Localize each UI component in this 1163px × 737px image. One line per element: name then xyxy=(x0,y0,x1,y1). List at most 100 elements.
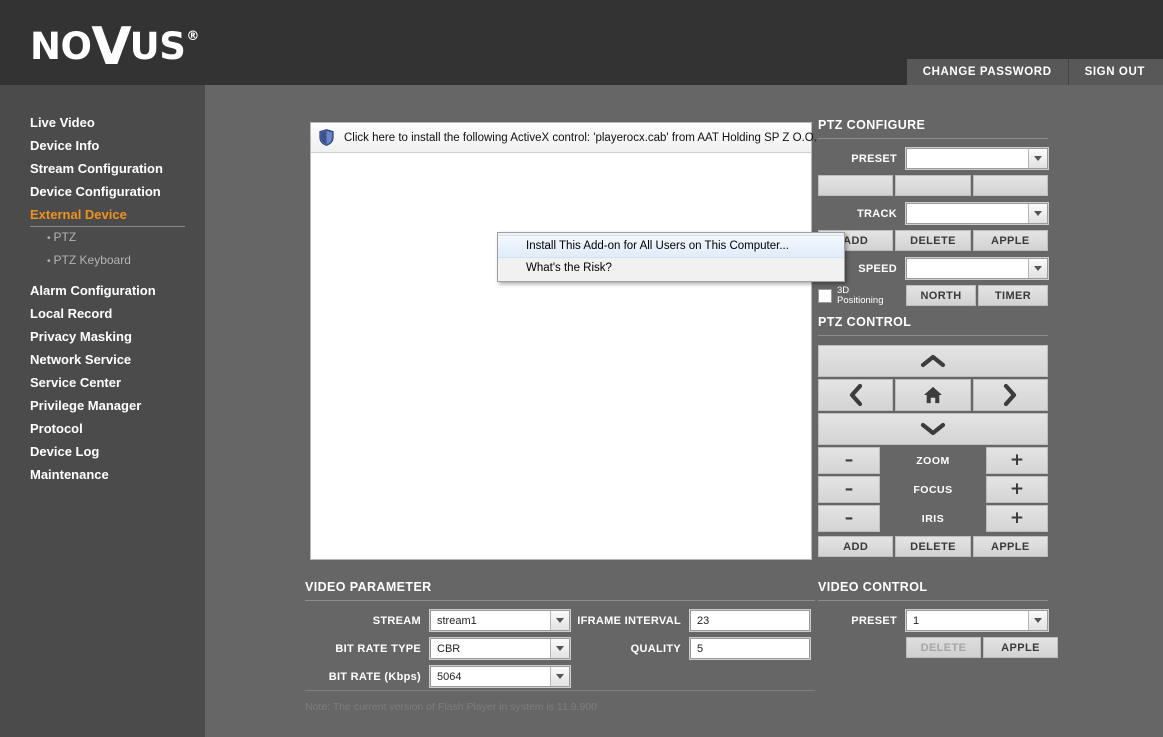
ptz-right-button[interactable] xyxy=(972,379,1048,411)
video-control-preset-select[interactable]: 1 xyxy=(906,610,1048,631)
sidebar-item-service-center[interactable]: Service Center xyxy=(0,371,205,394)
ptz-control-add-button[interactable]: ADD xyxy=(818,536,894,557)
ptz-pad-row-down xyxy=(818,413,1048,445)
sidebar-item-device-log[interactable]: Device Log xyxy=(0,440,205,463)
ptz-focus-minus-button[interactable]: – xyxy=(818,476,880,503)
video-control-preset-row: PRESET 1 xyxy=(818,610,1048,631)
iframe-interval-input[interactable]: 23 xyxy=(690,610,810,631)
sidebar-item-network-service[interactable]: Network Service xyxy=(0,348,205,371)
3d-positioning-checkbox[interactable] xyxy=(818,288,832,303)
ptz-configure-panel: PTZ CONFIGURE PRESET TRACK ADD DELETE AP… xyxy=(818,118,1048,306)
ptz-preset-button-3[interactable] xyxy=(972,175,1048,196)
ptz-iris-plus-button[interactable]: + xyxy=(986,505,1048,532)
sidebar-item-privilege-manager[interactable]: Privilege Manager xyxy=(0,394,205,417)
chevron-down-icon xyxy=(550,667,569,686)
ptz-north-button[interactable]: NORTH xyxy=(906,285,976,306)
ptz-control-apple-button[interactable]: APPLE xyxy=(972,536,1048,557)
bitrate-type-label: BIT RATE TYPE xyxy=(335,642,421,655)
video-parameter-grid: STREAM stream1 BIT RATE TYPE CBR BIT RAT… xyxy=(305,610,815,694)
context-menu-item-1[interactable]: Install This Add-on for All Users on Thi… xyxy=(498,235,844,258)
minus-icon: – xyxy=(844,479,854,499)
sidebar-item-maintenance[interactable]: Maintenance xyxy=(0,463,205,486)
plus-icon: + xyxy=(1009,479,1025,499)
ptz-preset-button-1[interactable] xyxy=(818,175,894,196)
ptz-direction-pad xyxy=(818,345,1048,445)
stream-select[interactable]: stream1 xyxy=(430,610,570,631)
sidebar-item-label: Privilege Manager xyxy=(30,398,142,413)
ptz-track-apple-button[interactable]: APPLE xyxy=(972,230,1048,251)
ptz-track-label: TRACK xyxy=(857,207,897,220)
sidebar-item-privacy-masking[interactable]: Privacy Masking xyxy=(0,325,205,348)
footer-note-area: Note: The current version of Flash Playe… xyxy=(305,690,815,713)
iframe-interval-label: IFRAME INTERVAL xyxy=(577,614,681,627)
video-control-title: VIDEO CONTROL xyxy=(818,580,1048,601)
ptz-preset-button-2[interactable] xyxy=(895,175,971,196)
minus-icon: – xyxy=(844,508,854,528)
sidebar-subitem-ptz[interactable]: • PTZ xyxy=(0,226,205,249)
video-parameter-left-column: STREAM stream1 BIT RATE TYPE CBR BIT RAT… xyxy=(305,610,575,694)
bitrate-type-select[interactable]: CBR xyxy=(430,638,570,659)
activex-bar-message: Click here to install the following Acti… xyxy=(344,131,817,144)
quality-input[interactable]: 5 xyxy=(690,638,810,659)
sidebar-item-alarm-configuration[interactable]: Alarm Configuration xyxy=(0,279,205,302)
footer-divider xyxy=(305,690,815,691)
sidebar-item-device-info[interactable]: Device Info xyxy=(0,134,205,157)
ptz-zoom-minus-button[interactable]: – xyxy=(818,447,880,474)
sidebar: Live Video Device Info Stream Configuratio… xyxy=(0,85,205,737)
video-canvas[interactable] xyxy=(311,153,811,559)
sidebar-item-label: Privacy Masking xyxy=(30,329,132,344)
sidebar-item-device-configuration[interactable]: Device Configuration xyxy=(0,180,205,203)
sidebar-subitem-ptz-keyboard[interactable]: • PTZ Keyboard xyxy=(0,249,205,272)
bitrate-row: BIT RATE (Kbps) 5064 xyxy=(305,666,575,687)
ptz-speed-select[interactable] xyxy=(906,258,1048,279)
ptz-speed-row: SPEED xyxy=(818,258,1048,279)
page-root: NOVUS® CHANGE PASSWORD SIGN OUT Live Vid… xyxy=(0,0,1163,737)
ptz-track-select[interactable] xyxy=(906,203,1048,224)
sidebar-item-label: Maintenance xyxy=(30,467,109,482)
minus-icon: – xyxy=(844,450,854,470)
ptz-home-button[interactable] xyxy=(895,379,971,411)
ptz-down-button[interactable] xyxy=(818,413,1048,445)
sidebar-item-live-video[interactable]: Live Video xyxy=(0,111,205,134)
change-password-button[interactable]: CHANGE PASSWORD xyxy=(906,59,1069,85)
ptz-track-delete-button[interactable]: DELETE xyxy=(895,230,971,251)
chevron-down-icon xyxy=(1028,204,1047,223)
page-header: NOVUS® CHANGE PASSWORD SIGN OUT xyxy=(0,0,1163,85)
activex-install-bar[interactable]: Click here to install the following Acti… xyxy=(311,123,817,153)
activex-context-menu: Install This Add-on for All Users on Thi… xyxy=(497,232,845,282)
flash-player-note: Note: The current version of Flash Playe… xyxy=(305,701,597,713)
chevron-right-icon xyxy=(1004,383,1017,407)
shield-icon xyxy=(319,129,334,146)
sidebar-item-protocol[interactable]: Protocol xyxy=(0,417,205,440)
bitrate-select[interactable]: 5064 xyxy=(430,666,570,687)
video-control-panel: VIDEO CONTROL PRESET 1 DELETE APPLE xyxy=(818,580,1058,658)
main-content: Click here to install the following Acti… xyxy=(205,85,1163,737)
ptz-zoom-plus-button[interactable]: + xyxy=(986,447,1048,474)
ptz-config-bottom-buttons: NORTH TIMER xyxy=(906,285,1048,306)
quality-label: QUALITY xyxy=(630,642,681,655)
sidebar-item-external-device[interactable]: External Device xyxy=(0,203,205,227)
sidebar-subitem-label: PTZ xyxy=(53,230,77,244)
context-menu-item-2[interactable]: What's the Risk? xyxy=(498,258,844,279)
ptz-zoom-row: – ZOOM + xyxy=(818,447,1048,474)
ptz-up-button[interactable] xyxy=(818,345,1048,377)
ptz-timer-button[interactable]: TIMER xyxy=(978,285,1048,306)
ptz-preset-select[interactable] xyxy=(906,148,1048,169)
ptz-iris-minus-button[interactable]: – xyxy=(818,505,880,532)
ptz-control-panel: PTZ CONTROL – ZOOM + – FOCUS + – IRIS + … xyxy=(818,315,1048,564)
ptz-control-delete-button[interactable]: DELETE xyxy=(895,536,971,557)
sidebar-item-label: Device Log xyxy=(30,444,100,459)
stream-value: stream1 xyxy=(437,614,477,627)
ptz-preset-row: PRESET xyxy=(818,148,1048,169)
home-icon xyxy=(923,386,942,404)
video-control-delete-button[interactable]: DELETE xyxy=(906,637,981,658)
chevron-down-icon xyxy=(1028,611,1047,630)
ptz-left-button[interactable] xyxy=(818,379,894,411)
quality-row: QUALITY 5 xyxy=(575,638,815,659)
sidebar-item-local-record[interactable]: Local Record xyxy=(0,302,205,325)
sign-out-button[interactable]: SIGN OUT xyxy=(1068,59,1163,85)
ptz-iris-row: – IRIS + xyxy=(818,505,1048,532)
ptz-focus-plus-button[interactable]: + xyxy=(986,476,1048,503)
video-control-apple-button[interactable]: APPLE xyxy=(983,637,1058,658)
sidebar-item-stream-configuration[interactable]: Stream Configuration xyxy=(0,157,205,180)
